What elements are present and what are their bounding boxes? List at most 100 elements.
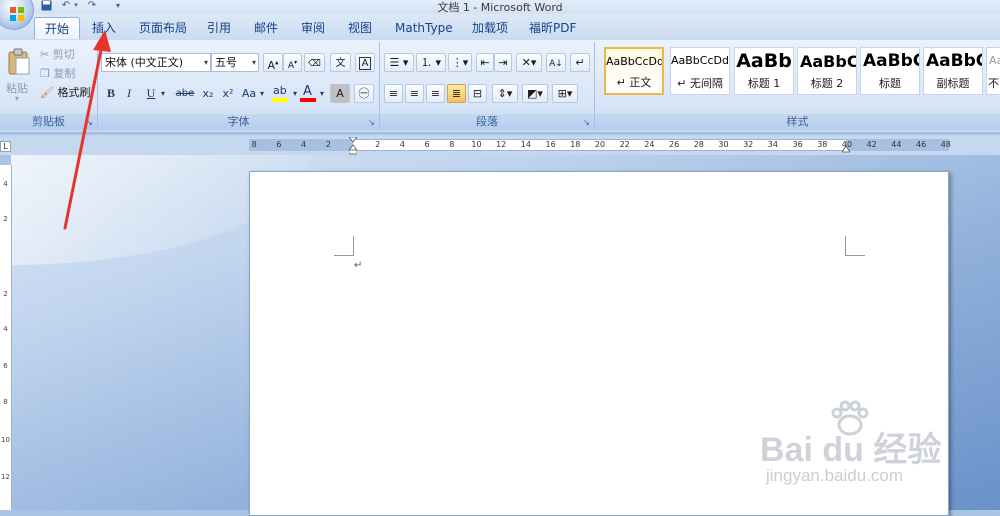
style-heading-1[interactable]: AaBb 标题 1 [734, 47, 794, 95]
ruler-number: 36 [792, 140, 803, 149]
enclose-characters-button[interactable]: ㊀ [354, 84, 374, 103]
style-more[interactable]: Aa 不 [986, 47, 1000, 95]
ruler-number: 2 [375, 140, 381, 149]
line-spacing-button[interactable]: ⇕▾ [492, 84, 518, 103]
tab-page-layout[interactable]: 页面布局 [129, 17, 197, 39]
style-sample: AaBbCcDd [606, 55, 664, 68]
tab-view[interactable]: 视图 [338, 17, 382, 39]
vertical-ruler-number: 6 [3, 362, 8, 370]
styles-group-label: 样式 [595, 114, 1000, 130]
show-marks-button[interactable]: ↵ [570, 53, 590, 72]
style-no-spacing[interactable]: AaBbCcDd ↵ 无间隔 [670, 47, 730, 95]
tab-mathtype[interactable]: MathType [385, 17, 463, 39]
style-heading-2[interactable]: AaBbC 标题 2 [797, 47, 857, 95]
baidu-watermark: Bai du 经验 jingyan.baidu.com [760, 400, 990, 495]
ruler-number: 8 [251, 140, 257, 149]
ruler-number: 48 [940, 140, 951, 149]
ruler-number: 24 [644, 140, 655, 149]
tab-review[interactable]: 审阅 [291, 17, 335, 39]
highlight-button[interactable]: ab [270, 84, 292, 103]
paragraph-group-label: 段落 [380, 114, 594, 130]
decrease-indent-button[interactable]: ⇤ [476, 53, 494, 72]
decrease-indent-icon: ⇤ [480, 56, 490, 69]
clear-formatting-button[interactable]: ⌫ [304, 53, 325, 72]
phonetic-guide-button[interactable]: 文 [330, 53, 351, 72]
tab-selector[interactable]: L [0, 141, 11, 152]
align-center-button[interactable]: ≡ [405, 84, 424, 103]
ruler-number: 46 [916, 140, 927, 149]
tab-references[interactable]: 引用 [197, 17, 241, 39]
shading-button[interactable]: ◩▾ [522, 84, 548, 103]
style-sample: Aa [989, 54, 1000, 67]
change-case-dropdown-icon[interactable]: ▾ [258, 84, 266, 103]
line-spacing-icon: ⇕▾ [497, 87, 513, 100]
indent-marker[interactable] [348, 136, 358, 155]
multilevel-list-button[interactable]: ⋮▾ [448, 53, 472, 72]
borders-button[interactable]: ⊞▾ [552, 84, 578, 103]
vertical-ruler-number: 2 [3, 290, 8, 298]
tab-foxit-pdf[interactable]: 福昕PDF [519, 17, 586, 39]
style-name: ↵ 无间隔 [677, 77, 723, 90]
character-shading-icon: A [336, 87, 344, 100]
font-color-bar [300, 98, 316, 102]
sort-icon: A↓ [549, 59, 563, 69]
style-name: 副标题 [936, 77, 970, 90]
ruler-number: 28 [693, 140, 704, 149]
paragraph-mark-icon: ↵ [575, 56, 585, 69]
scissors-icon: ✂ [40, 48, 50, 61]
ruler-number: 4 [399, 140, 405, 149]
ruler-number: 44 [891, 140, 902, 149]
font-color-dropdown-icon[interactable]: ▾ [318, 84, 326, 103]
character-border-button[interactable]: A [355, 53, 375, 72]
underline-dropdown-icon[interactable]: ▾ [159, 84, 167, 103]
style-title[interactable]: AaBbC 标题 [860, 47, 920, 95]
font-size-select[interactable]: 五号 ▾ [211, 53, 259, 72]
distributed-button[interactable]: ⊟ [468, 84, 487, 103]
style-name: 标题 [879, 77, 901, 90]
ruler-number: 18 [570, 140, 581, 149]
vertical-ruler-number: 4 [3, 180, 8, 188]
bullets-button[interactable]: ☰ ▾ [384, 53, 414, 72]
ruler-number: 4 [301, 140, 307, 149]
style-subtitle[interactable]: AaBbC 副标题 [923, 47, 983, 95]
style-sample: AaBb [736, 50, 792, 72]
align-right-button[interactable]: ≡ [426, 84, 445, 103]
change-case-button[interactable]: Aa [240, 84, 258, 103]
tab-addins[interactable]: 加载项 [462, 17, 518, 39]
highlighter-icon: ab [273, 84, 287, 97]
increase-indent-icon: ⇥ [498, 56, 508, 69]
style-name: 标题 1 [747, 77, 781, 90]
font-dialog-launcher-icon[interactable]: ↘ [368, 119, 376, 127]
multilevel-list-icon: ⋮▾ [451, 56, 469, 69]
vertical-ruler-number: 12 [1, 473, 10, 481]
character-shading-button[interactable]: A [330, 84, 350, 103]
chinese-layout-button[interactable]: ✕▾ [516, 53, 542, 72]
font-color-label: A [303, 84, 312, 99]
style-normal[interactable]: AaBbCcDd ↵ 正文 [604, 47, 664, 95]
sort-button[interactable]: A↓ [546, 53, 566, 72]
subscript-button[interactable]: x₂ [199, 84, 217, 103]
distributed-icon: ⊟ [472, 87, 483, 100]
right-indent-marker[interactable] [841, 142, 851, 153]
paragraph-dialog-launcher-icon[interactable]: ↘ [583, 119, 591, 127]
style-name: 标题 2 [810, 77, 844, 90]
bullets-icon: ☰ ▾ [389, 56, 409, 69]
tab-mailings[interactable]: 邮件 [244, 17, 288, 39]
paste-button[interactable]: 粘贴 ▾ [4, 46, 34, 108]
grow-font-button[interactable]: A▴ [263, 53, 283, 72]
highlight-color-bar [272, 98, 288, 102]
increase-indent-button[interactable]: ⇥ [494, 53, 512, 72]
watermark-brand: Bai du 经验 [760, 431, 942, 469]
chevron-down-icon: ▾ [251, 58, 256, 67]
underline-button[interactable]: U [143, 84, 159, 103]
align-left-icon: ≡ [388, 87, 399, 100]
align-left-button[interactable]: ≡ [384, 84, 403, 103]
superscript-button[interactable]: x² [219, 84, 237, 103]
strikethrough-button[interactable]: abe [173, 84, 197, 103]
font-color-button[interactable]: A [298, 84, 320, 103]
justify-button[interactable]: ≣ [447, 84, 466, 103]
shrink-font-button[interactable]: A▾ [283, 53, 302, 72]
numbering-button[interactable]: ⒈ ▾ [416, 53, 446, 72]
style-sample: AaBbC [926, 51, 983, 71]
borders-icon: ⊞▾ [557, 87, 573, 100]
